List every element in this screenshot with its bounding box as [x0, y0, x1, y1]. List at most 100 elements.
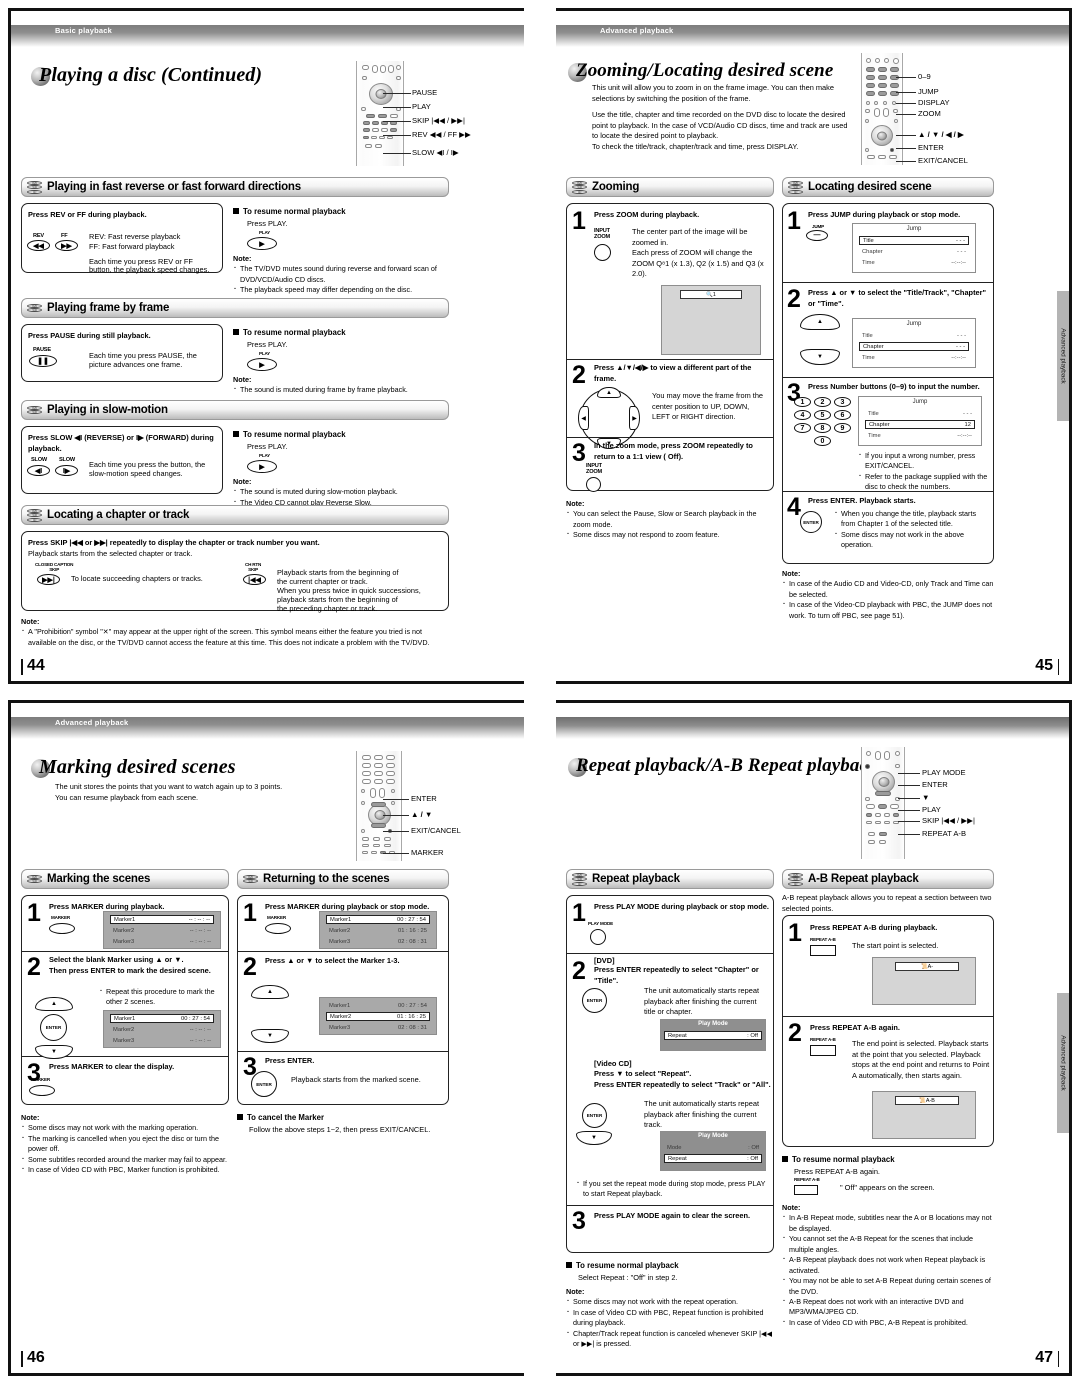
play-button-glyph-3[interactable]: ▶: [247, 460, 277, 473]
button-cap-marker-1: MARKER: [51, 915, 70, 920]
repeat-ab-button-glyph-3[interactable]: [794, 1185, 818, 1195]
skip-prev-l5: the preceding chapter or track.: [277, 604, 378, 613]
bullet-item: If you set the repeat mode during stop m…: [576, 1178, 766, 1200]
number-button-4[interactable]: 4: [794, 410, 811, 420]
remote-illustration-47: [861, 747, 905, 859]
number-button-6[interactable]: 6: [834, 410, 851, 420]
step-instruction: Press ENTER.: [265, 1056, 315, 1065]
bullet-square-icon: [237, 1114, 243, 1120]
bullet-item: Repeat this procedure to mark the other …: [99, 986, 221, 1008]
marker-button-glyph-3[interactable]: [29, 1085, 55, 1096]
callout-label-4-44: SLOW ◀I / I▶: [412, 148, 459, 157]
up-arrow-button-glyph-46[interactable]: ▲: [35, 997, 73, 1011]
note-block-locating-scene: Note: In case of the Audio CD and Video-…: [782, 569, 994, 621]
step-instruction: Press Number buttons (0–9) to input the …: [808, 382, 980, 391]
play-button-glyph-2[interactable]: ▶: [247, 358, 277, 371]
callout-label-5-47: REPEAT A-B: [922, 829, 967, 838]
resume-text-2: Press PLAY.: [247, 340, 288, 349]
resume-text-repeat: Select Repeat : "Off" in step 2.: [578, 1273, 678, 1282]
zoom-button-glyph-1[interactable]: [594, 244, 611, 261]
step-number: 3: [27, 1059, 41, 1087]
rev-button-glyph[interactable]: ◀◀: [27, 240, 50, 251]
number-button-5[interactable]: 5: [814, 410, 831, 420]
number-button-0[interactable]: 0: [814, 436, 831, 446]
note-block-zooming: Note: You can select the Pause, Slow or …: [566, 499, 776, 541]
section-header-locating-chapter: DVD VCD CD Locating a chapter or track: [21, 505, 449, 525]
manual-page-47: Repeat playback/A-B Repeat playback PLAY…: [556, 700, 1072, 1376]
ff-button-glyph[interactable]: ▶▶: [55, 240, 78, 251]
step-number: 2: [27, 953, 41, 981]
marker-button-glyph-r1[interactable]: [265, 923, 291, 934]
number-button-3[interactable]: 3: [834, 397, 851, 407]
number-button-9[interactable]: 9: [834, 423, 851, 433]
skip-prev-button-glyph[interactable]: |◀◀: [243, 574, 266, 585]
repeat-ab-button-glyph-1[interactable]: [810, 945, 836, 956]
step-number: 1: [572, 899, 586, 927]
section-header-zooming: DVD VCD CD Zooming: [566, 177, 774, 197]
button-cap-marker-3: MARKER: [31, 1077, 50, 1082]
pause-button-glyph[interactable]: ❚❚: [29, 355, 57, 367]
number-button-2[interactable]: 2: [814, 397, 831, 407]
enter-button-glyph-46[interactable]: ENTER: [40, 1014, 67, 1041]
note-item: A-B Repeat does not work with an interac…: [782, 1296, 994, 1318]
enter-button-glyph-r3[interactable]: ENTER: [251, 1071, 277, 1097]
button-cap-slow-fwd: SLOW: [59, 457, 75, 463]
osd-row: Title - - -: [862, 332, 966, 339]
dpad-illustration-zoom[interactable]: ▲ ◀ ▶ ▼: [578, 387, 640, 449]
step-instruction: Press ZOOM during playback.: [594, 210, 700, 219]
note-block-marking: Note: Some discs may not work with the m…: [21, 1113, 229, 1176]
resume-text-1: Press PLAY.: [247, 219, 288, 228]
enter-button-glyph-47a[interactable]: ENTER: [582, 988, 607, 1013]
disc-type-icon: DVD VCD CD: [27, 508, 42, 523]
jump-osd-step3: Jump Title - - - Chapter 12 Time --:--:--: [858, 396, 982, 446]
bullet-square-icon: [233, 208, 239, 214]
button-cap-play-1: PLAY: [259, 230, 271, 235]
number-button-7[interactable]: 7: [794, 423, 811, 433]
osd-title: Play Mode: [698, 1021, 728, 1027]
marker-button-glyph-1[interactable]: [49, 923, 75, 934]
osd-row: Marker2 01 : 16 : 25: [329, 927, 427, 934]
bullet-square-icon: [782, 1156, 788, 1162]
enter-button-glyph-45[interactable]: ENTER: [800, 511, 822, 533]
repeat-ab-button-glyph-2[interactable]: [810, 1045, 836, 1056]
step-instruction: Press PLAY MODE during playback or stop …: [594, 902, 769, 911]
disc-type-icon: DVD VCD: [27, 403, 42, 418]
slow-forward-button-glyph[interactable]: I▶: [55, 465, 78, 476]
callout-label-3-45: ZOOM: [918, 109, 941, 118]
callout-label-2-44: SKIP |◀◀ / ▶▶|: [412, 116, 465, 125]
zoom-button-glyph-3[interactable]: [586, 477, 601, 492]
step-instruction: Press REPEAT A-B again.: [810, 1023, 900, 1032]
slow-reverse-button-glyph[interactable]: ◀I: [27, 465, 50, 476]
enter-button-glyph-47b[interactable]: ENTER: [582, 1103, 607, 1128]
step-instruction: Press ▲ or ▼ to select the Marker 1-3.: [265, 956, 400, 965]
marker-osd-r-step2: Marker1 00 : 27 : 54 Marker2 01 : 16 : 25 …: [319, 997, 437, 1035]
step-number: 1: [27, 899, 41, 927]
callout-line-rev-ff: [383, 135, 411, 136]
page-title-45: Zooming/Locating desired scene: [576, 60, 834, 81]
zoom-level-chip: 🔍 1: [680, 290, 742, 299]
bullet-square-icon: [233, 329, 239, 335]
section-title: Playing in fast reverse or fast forward …: [47, 181, 301, 193]
callout-label-2-47: ▼: [922, 793, 930, 802]
callout-line-enter-46: [383, 799, 409, 800]
up-arrow-button-glyph[interactable]: ▲: [800, 314, 840, 330]
play-button-glyph-1[interactable]: ▶: [247, 237, 277, 250]
number-button-1[interactable]: 1: [794, 397, 811, 407]
jump-button-glyph[interactable]: —: [806, 230, 828, 241]
section-title: Zooming: [592, 181, 640, 193]
resume-heading-2: To resume normal playback: [233, 328, 346, 337]
bullet-square-icon: [233, 431, 239, 437]
osd-row: Chapter - - -: [862, 248, 966, 255]
number-button-8[interactable]: 8: [814, 423, 831, 433]
bullet-item: Some discs may not work in the above ope…: [834, 529, 990, 551]
step-number: 2: [788, 1019, 802, 1047]
play-mode-button-glyph-1[interactable]: [590, 929, 606, 945]
button-cap-input-zoom-3: INPUT ZOOM: [586, 463, 602, 475]
callout-line-repeat-ab: [898, 834, 920, 835]
section-title: Playing in slow-motion: [47, 404, 168, 416]
section-title: Locating desired scene: [808, 181, 932, 193]
up-arrow-button-glyph-r[interactable]: ▲: [251, 985, 289, 999]
step-instruction: Press REPEAT A-B during playback.: [810, 923, 938, 932]
note-item: Some discs may not work with the repeat …: [566, 1296, 774, 1307]
skip-next-button-glyph[interactable]: ▶▶|: [37, 574, 60, 585]
